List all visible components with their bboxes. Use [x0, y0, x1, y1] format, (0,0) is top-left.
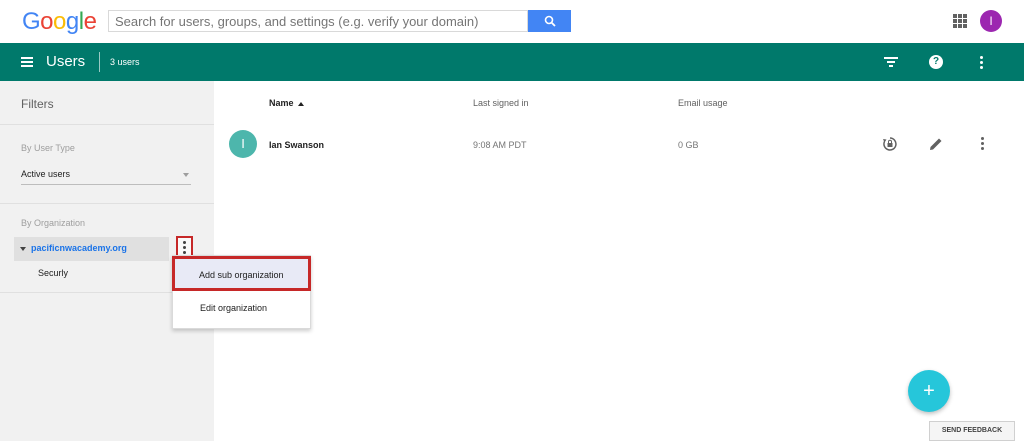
account-avatar[interactable]: I — [980, 10, 1002, 32]
search-button[interactable] — [528, 10, 571, 32]
logo-letter: o — [40, 8, 54, 35]
divider — [0, 203, 214, 204]
last-signed-in-value: 9:08 AM PDT — [473, 140, 527, 150]
sort-ascending-icon — [297, 101, 304, 106]
filter-icon[interactable] — [884, 57, 898, 67]
user-type-select[interactable]: Active users — [21, 167, 191, 185]
org-tree-item-child[interactable]: Securly — [38, 268, 68, 278]
edit-pencil-icon[interactable] — [928, 136, 944, 152]
send-feedback-button[interactable]: SEND FEEDBACK — [929, 421, 1015, 441]
user-type-value: Active users — [21, 169, 71, 179]
org-context-menu: Add sub organization Edit organization — [172, 255, 311, 329]
row-more-vert-icon[interactable] — [981, 137, 984, 150]
organization-label: By Organization — [21, 218, 86, 228]
chevron-down-icon — [183, 173, 189, 177]
column-header-email-usage[interactable]: Email usage — [678, 98, 728, 108]
logo-letter: G — [22, 8, 41, 35]
help-icon[interactable]: ? — [929, 55, 943, 69]
search-icon — [544, 15, 556, 27]
add-user-fab-button[interactable]: + — [908, 370, 950, 412]
more-vert-icon[interactable] — [980, 56, 983, 69]
email-usage-value: 0 GB — [678, 140, 699, 150]
logo-letter: e — [83, 8, 97, 35]
top-bar: Google I — [0, 0, 1024, 43]
user-name[interactable]: Ian Swanson — [269, 140, 324, 150]
expand-caret-icon[interactable] — [20, 247, 26, 251]
reset-password-icon[interactable] — [882, 136, 898, 152]
column-header-name[interactable]: Name — [269, 98, 304, 108]
header-divider — [99, 52, 100, 72]
user-count: 3 users — [110, 57, 140, 67]
page-title: Users — [46, 53, 86, 70]
logo-letter: o — [53, 8, 66, 35]
filters-title: Filters — [21, 97, 54, 111]
hamburger-menu-icon[interactable] — [21, 57, 33, 67]
google-logo[interactable]: Google — [22, 8, 97, 36]
add-sub-organization-menu-item[interactable]: Add sub organization — [172, 256, 311, 291]
user-type-label: By User Type — [21, 143, 75, 153]
app-header: Users 3 users ? — [0, 43, 1024, 81]
logo-letter: g — [65, 8, 79, 35]
column-header-label: Name — [269, 98, 294, 108]
divider — [0, 124, 214, 125]
column-header-last-signed-in[interactable]: Last signed in — [473, 98, 529, 108]
org-options-button[interactable] — [176, 236, 193, 257]
apps-grid-icon[interactable] — [953, 14, 967, 28]
org-tree-item-root[interactable]: pacificnwacademy.org — [14, 237, 169, 261]
menu-item-label: Add sub organization — [199, 270, 284, 280]
org-root-label: pacificnwacademy.org — [31, 243, 127, 253]
search-input[interactable] — [108, 10, 528, 32]
menu-item-label: Edit organization — [200, 303, 268, 313]
edit-organization-menu-item[interactable]: Edit organization — [173, 296, 310, 322]
more-vert-icon — [183, 241, 186, 254]
user-avatar: I — [229, 130, 257, 158]
